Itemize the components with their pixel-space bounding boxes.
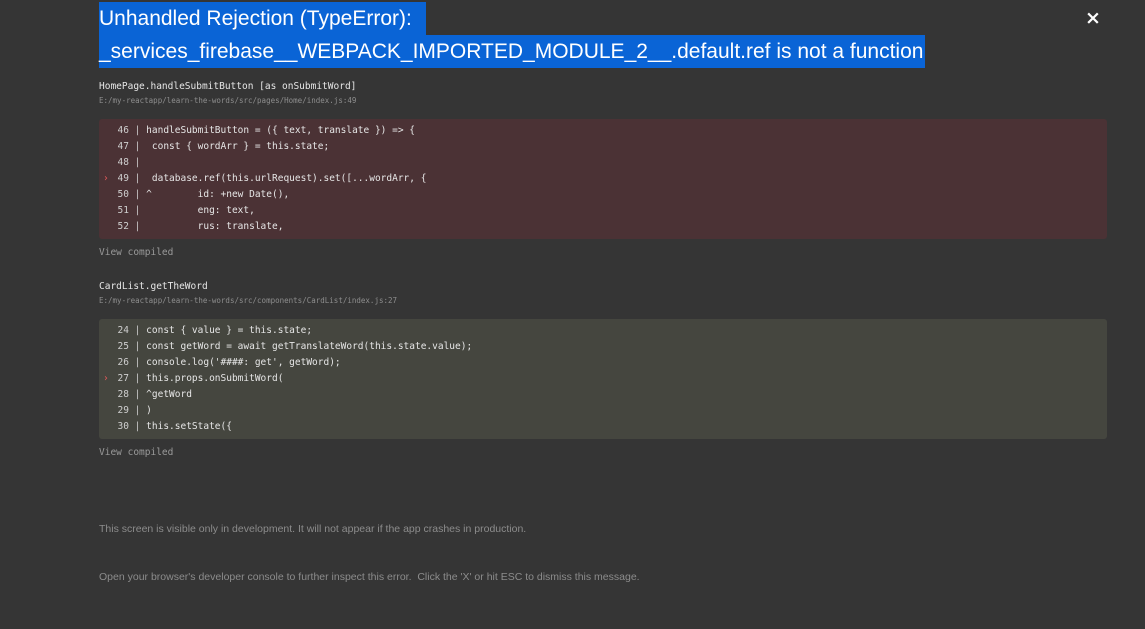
frame-file-path: E:/my-reactapp/learn-the-words/src/compo… <box>99 296 398 305</box>
dev-notice-line-1: This screen is visible only in developme… <box>99 523 527 535</box>
line-code: handleSubmitButton = ({ text, translate … <box>146 125 415 136</box>
code-line: 26 | console.log('####: get', getWord); <box>99 355 1107 371</box>
line-separator: | <box>129 221 147 232</box>
error-header: Unhandled Rejection (TypeError): _servic… <box>99 2 979 68</box>
code-line: 51 | eng: text, <box>99 203 1107 219</box>
error-overlay: Unhandled Rejection (TypeError): _servic… <box>0 0 1145 629</box>
line-code: const { value } = this.state; <box>146 325 313 336</box>
line-number: 51 <box>117 205 129 216</box>
line-number: 47 <box>117 141 129 152</box>
line-separator: | <box>129 189 147 200</box>
line-separator: | <box>129 421 147 432</box>
line-separator: | <box>129 325 147 336</box>
line-code: const { wordArr } = this.state; <box>146 141 330 152</box>
line-separator: | <box>129 341 147 352</box>
error-title-line-2: _services_firebase__WEBPACK_IMPORTED_MOD… <box>99 35 926 68</box>
frame-function-name: HomePage.handleSubmitButton [as onSubmit… <box>99 81 357 92</box>
code-line: › 49 | database.ref(this.urlRequest).set(… <box>99 171 1107 187</box>
line-number: 46 <box>117 125 129 136</box>
line-separator: | <box>129 373 147 384</box>
code-line: 46 | handleSubmitButton = ({ text, trans… <box>99 123 1107 139</box>
close-icon[interactable]: × <box>1084 8 1102 28</box>
dev-notice-line-2: Open your browser's developer console to… <box>99 571 640 583</box>
frame-file-path: E:/my-reactapp/learn-the-words/src/pages… <box>99 96 357 105</box>
line-code: eng: text, <box>146 205 255 216</box>
line-separator: | <box>129 173 147 184</box>
line-number: 29 <box>117 405 129 416</box>
code-line: 48 | <box>99 155 1107 171</box>
code-line: 52 | rus: translate, <box>99 219 1107 235</box>
line-code: this.props.onSubmitWord( <box>146 373 284 384</box>
line-code: ) <box>146 405 152 416</box>
code-line: 30 | this.setState({ <box>99 419 1107 435</box>
code-line: 47 | const { wordArr } = this.state; <box>99 139 1107 155</box>
code-snippet: 46 | handleSubmitButton = ({ text, trans… <box>99 119 1107 239</box>
line-number: 24 <box>117 325 129 336</box>
line-separator: | <box>129 141 147 152</box>
line-number: 50 <box>117 189 129 200</box>
line-separator: | <box>129 357 147 368</box>
line-code: const getWord = await getTranslateWord(t… <box>146 341 473 352</box>
code-line: 25 | const getWord = await getTranslateW… <box>99 339 1107 355</box>
view-compiled-link[interactable]: View compiled <box>99 246 1107 259</box>
active-line-marker-icon: › <box>103 173 109 184</box>
active-line-marker-icon: › <box>103 373 109 384</box>
line-number: 30 <box>117 421 129 432</box>
line-separator: | <box>129 125 147 136</box>
code-line: › 27 | this.props.onSubmitWord( <box>99 371 1107 387</box>
code-snippet: 24 | const { value } = this.state; 25 | c… <box>99 319 1107 439</box>
line-separator: | <box>129 157 147 168</box>
line-number: 28 <box>117 389 129 400</box>
code-line: 24 | const { value } = this.state; <box>99 323 1107 339</box>
line-code: database.ref(this.urlRequest).set([...wo… <box>146 173 427 184</box>
line-code: console.log('####: get', getWord); <box>146 357 341 368</box>
line-number: 52 <box>117 221 129 232</box>
stack-frame-2: CardList.getTheWord E:/my-reactapp/learn… <box>99 280 1107 459</box>
line-code: ^getWord <box>146 389 192 400</box>
line-separator: | <box>129 405 147 416</box>
code-line: 50 | ^ id: +new Date(), <box>99 187 1107 203</box>
line-number: 48 <box>117 157 129 168</box>
frame-function-name: CardList.getTheWord <box>99 281 208 292</box>
code-line: 28 | ^getWord <box>99 387 1107 403</box>
line-number: 26 <box>117 357 129 368</box>
error-title-line-1: Unhandled Rejection (TypeError): <box>99 2 426 35</box>
line-code: this.setState({ <box>146 421 232 432</box>
line-number: 25 <box>117 341 129 352</box>
line-code: rus: translate, <box>146 221 284 232</box>
code-line: 29 | ) <box>99 403 1107 419</box>
line-separator: | <box>129 205 147 216</box>
view-compiled-link[interactable]: View compiled <box>99 446 1107 459</box>
dev-notice: This screen is visible only in developme… <box>99 489 640 617</box>
line-separator: | <box>129 389 147 400</box>
line-code: ^ id: +new Date(), <box>146 189 290 200</box>
stack-frame-1: HomePage.handleSubmitButton [as onSubmit… <box>99 80 1107 259</box>
